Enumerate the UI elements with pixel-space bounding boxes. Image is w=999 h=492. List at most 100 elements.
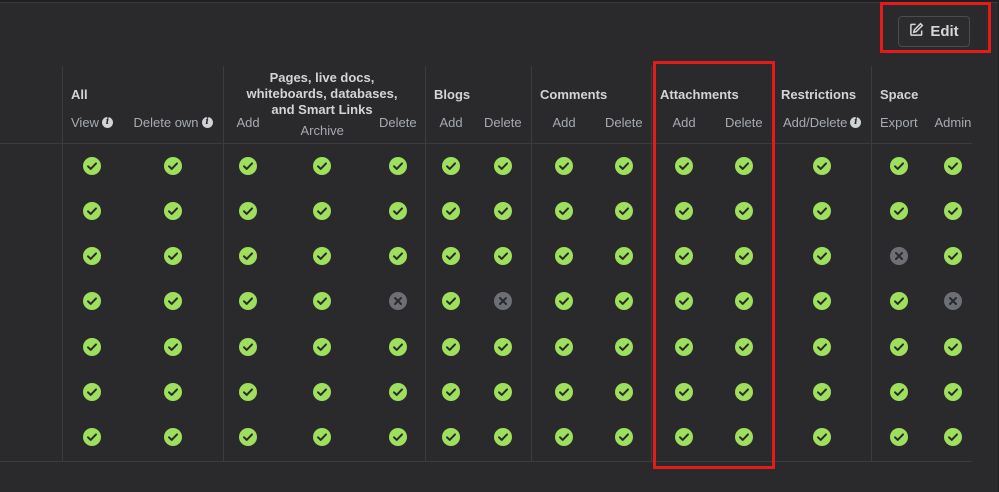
- check-icon: [313, 338, 331, 356]
- check-icon: [813, 383, 831, 401]
- check-icon: [313, 383, 331, 401]
- check-icon: [83, 383, 101, 401]
- column-header-comments-add: Add: [553, 115, 576, 130]
- column-header-label: Delete: [484, 115, 522, 130]
- check-icon: [813, 338, 831, 356]
- check-icon: [83, 428, 101, 446]
- check-icon: [735, 157, 753, 175]
- check-icon: [494, 157, 512, 175]
- edit-icon: [909, 22, 924, 41]
- check-icon: [442, 338, 460, 356]
- check-icon: [494, 247, 512, 265]
- column-header-pages-add: Add: [237, 115, 260, 130]
- column-header-label: Add: [236, 115, 260, 130]
- check-icon: [239, 338, 257, 356]
- check-icon: [944, 202, 962, 220]
- column-header-blogs-add: Add: [440, 115, 463, 130]
- header-divider: [0, 143, 972, 144]
- info-icon[interactable]: i: [101, 117, 113, 128]
- divider: [871, 66, 872, 461]
- group-pages-line2: whiteboards, databases,: [246, 86, 398, 101]
- check-icon: [389, 383, 407, 401]
- info-icon[interactable]: i: [201, 117, 213, 128]
- column-header-blogs-delete: Delete: [484, 115, 522, 130]
- check-icon: [890, 383, 908, 401]
- info-icon[interactable]: i: [850, 117, 862, 128]
- check-icon: [944, 338, 962, 356]
- check-icon: [735, 338, 753, 356]
- check-icon: [944, 383, 962, 401]
- group-comments: Comments: [540, 87, 608, 102]
- check-icon: [675, 428, 693, 446]
- divider: [62, 66, 63, 461]
- check-icon: [890, 338, 908, 356]
- check-icon: [313, 292, 331, 310]
- column-header-label: Add: [672, 115, 696, 130]
- check-icon: [735, 202, 753, 220]
- check-icon: [890, 157, 908, 175]
- check-icon: [944, 428, 962, 446]
- group-blogs: Blogs: [434, 87, 471, 102]
- check-icon: [735, 247, 753, 265]
- check-icon: [675, 202, 693, 220]
- check-icon: [164, 202, 182, 220]
- check-icon: [389, 247, 407, 265]
- column-header-all-view: View i: [71, 115, 113, 130]
- check-icon: [555, 428, 573, 446]
- check-icon: [555, 338, 573, 356]
- check-icon: [389, 202, 407, 220]
- check-icon: [494, 428, 512, 446]
- check-icon: [555, 202, 573, 220]
- column-header-label: Delete: [605, 115, 643, 130]
- column-header-attachments-add: Add: [673, 115, 696, 130]
- check-icon: [313, 202, 331, 220]
- check-icon: [164, 428, 182, 446]
- check-icon: [313, 157, 331, 175]
- column-header-label: Admin: [934, 115, 972, 130]
- column-header-space-export: Export: [880, 115, 918, 130]
- column-header-label: View: [71, 115, 99, 130]
- check-icon: [239, 202, 257, 220]
- divider: [425, 66, 426, 461]
- check-icon: [83, 202, 101, 220]
- check-icon: [615, 428, 633, 446]
- check-icon: [555, 383, 573, 401]
- check-icon: [813, 292, 831, 310]
- column-header-attachments-delete: Delete: [725, 115, 763, 130]
- check-icon: [83, 292, 101, 310]
- check-icon: [389, 428, 407, 446]
- check-icon: [615, 202, 633, 220]
- check-icon: [944, 157, 962, 175]
- column-header-space-admin: Admin: [935, 115, 972, 130]
- check-icon: [555, 247, 573, 265]
- check-icon: [442, 202, 460, 220]
- group-restrictions: Restrictions: [781, 87, 857, 102]
- check-icon: [615, 247, 633, 265]
- check-icon: [83, 157, 101, 175]
- check-icon: [890, 202, 908, 220]
- group-pages-line1: Pages, live docs,: [269, 70, 375, 85]
- column-header-label: Add: [439, 115, 463, 130]
- column-header-restrictions-add-delete: Add/Delete i: [783, 115, 862, 130]
- check-icon: [83, 247, 101, 265]
- check-icon: [813, 428, 831, 446]
- divider: [531, 66, 532, 461]
- column-header-all-delete-own: Delete own i: [134, 115, 213, 130]
- group-space: Space: [880, 87, 919, 102]
- check-icon: [494, 383, 512, 401]
- column-header-label: Add/Delete: [783, 115, 848, 130]
- check-icon: [494, 202, 512, 220]
- check-icon: [813, 202, 831, 220]
- check-icon: [813, 247, 831, 265]
- divider: [651, 66, 652, 461]
- check-icon: [164, 338, 182, 356]
- check-icon: [675, 383, 693, 401]
- edit-button[interactable]: Edit: [898, 16, 970, 47]
- column-header-comments-delete: Delete: [605, 115, 643, 130]
- check-icon: [164, 292, 182, 310]
- column-header-label: Delete: [725, 115, 763, 130]
- divider: [223, 66, 224, 461]
- check-icon: [239, 157, 257, 175]
- check-icon: [675, 157, 693, 175]
- check-icon: [890, 428, 908, 446]
